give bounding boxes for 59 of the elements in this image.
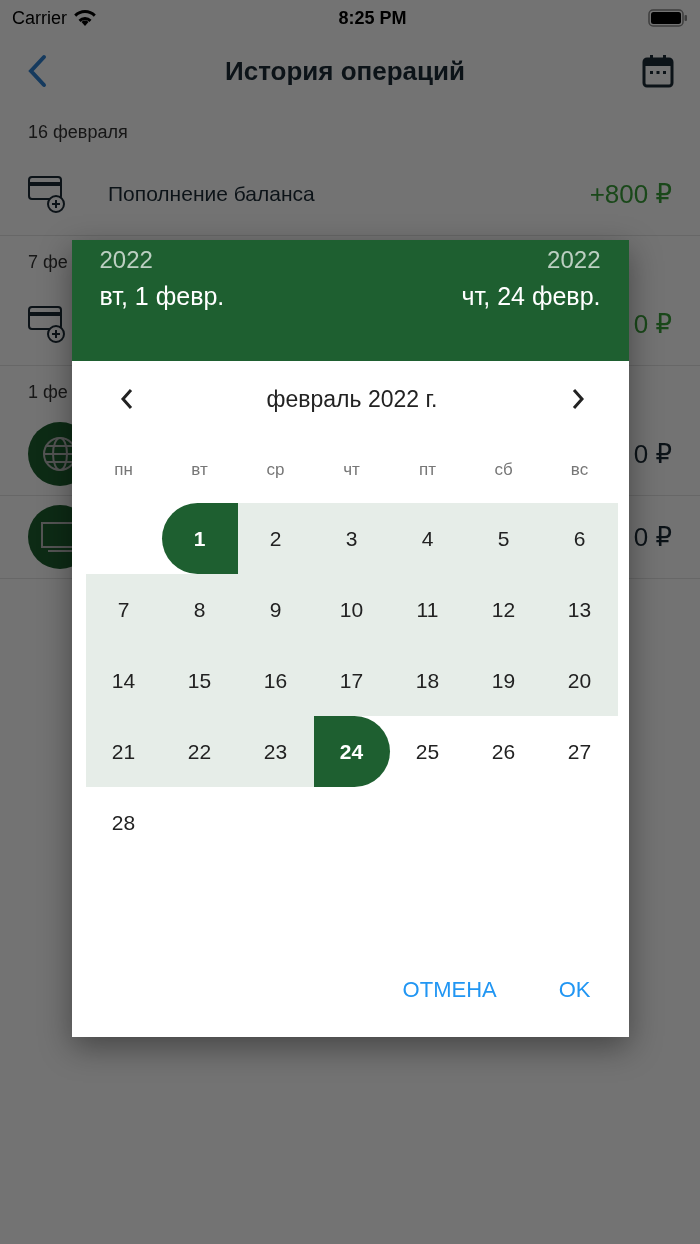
- calendar-day[interactable]: 26: [465, 716, 542, 787]
- calendar-day[interactable]: 20: [541, 645, 618, 716]
- calendar-day[interactable]: 22: [161, 716, 238, 787]
- status-time: 8:25 PM: [338, 7, 407, 29]
- card-plus-icon: [28, 175, 68, 213]
- operation-amount: 0 ₽: [633, 521, 672, 553]
- calendar-day[interactable]: 9: [237, 574, 314, 645]
- weekday-label: ср: [265, 459, 286, 481]
- wifi-icon: [73, 9, 97, 27]
- start-year: 2022: [99, 246, 153, 274]
- calendar-day[interactable]: 18: [389, 645, 466, 716]
- date-heading: 7 фе: [28, 252, 68, 273]
- calendar-day[interactable]: 24: [313, 716, 390, 787]
- calendar-day[interactable]: 21: [85, 716, 162, 787]
- weekday-label: вс: [569, 459, 590, 481]
- operation-label: Пополнение баланса: [108, 182, 315, 206]
- calendar-day[interactable]: 3: [313, 503, 390, 574]
- end-date[interactable]: чт, 24 февр.: [461, 282, 601, 311]
- date-heading: 16 февраля: [28, 122, 128, 143]
- calendar-day[interactable]: 23: [237, 716, 314, 787]
- chevron-right-icon: [570, 388, 585, 410]
- carrier-label: Carrier: [12, 7, 67, 29]
- back-icon: [26, 54, 48, 88]
- chevron-left-icon: [119, 388, 134, 410]
- calendar-day[interactable]: 25: [389, 716, 466, 787]
- calendar-day[interactable]: 16: [237, 645, 314, 716]
- calendar-day[interactable]: 12: [465, 574, 542, 645]
- operation-amount: 0 ₽: [633, 308, 672, 340]
- end-year: 2022: [547, 246, 601, 274]
- calendar-day[interactable]: 15: [161, 645, 238, 716]
- operation-amount: 0 ₽: [633, 438, 672, 470]
- weekday-label: пт: [418, 459, 437, 481]
- weekday-label: чт: [342, 459, 361, 481]
- calendar-day[interactable]: 13: [541, 574, 618, 645]
- calendar-icon: [642, 54, 674, 88]
- calendar-day[interactable]: 4: [389, 503, 466, 574]
- calendar-day[interactable]: 11: [389, 574, 466, 645]
- calendar-day[interactable]: 28: [85, 787, 162, 858]
- date-heading: 1 фе: [28, 382, 68, 403]
- weekday-label: сб: [493, 459, 514, 481]
- start-date[interactable]: вт, 1 февр.: [99, 282, 225, 311]
- weekday-label: пн: [113, 459, 134, 481]
- calendar-day[interactable]: 27: [541, 716, 618, 787]
- calendar-day[interactable]: 7: [85, 574, 162, 645]
- calendar-day[interactable]: 14: [85, 645, 162, 716]
- weekday-label: вт: [190, 459, 209, 481]
- card-plus-icon: [28, 305, 68, 343]
- calendar-day[interactable]: 10: [313, 574, 390, 645]
- calendar-day[interactable]: 1: [161, 503, 238, 574]
- month-title: февраль 2022 г.: [266, 385, 438, 413]
- calendar-day[interactable]: 6: [541, 503, 618, 574]
- calendar-day[interactable]: 5: [465, 503, 542, 574]
- calendar-day[interactable]: 2: [237, 503, 314, 574]
- calendar-day[interactable]: 17: [313, 645, 390, 716]
- calendar-day[interactable]: 19: [465, 645, 542, 716]
- battery-icon: [648, 9, 688, 27]
- operation-amount: +800 ₽: [589, 178, 672, 210]
- screen-title: История операций: [225, 55, 465, 87]
- calendar-day[interactable]: 8: [161, 574, 238, 645]
